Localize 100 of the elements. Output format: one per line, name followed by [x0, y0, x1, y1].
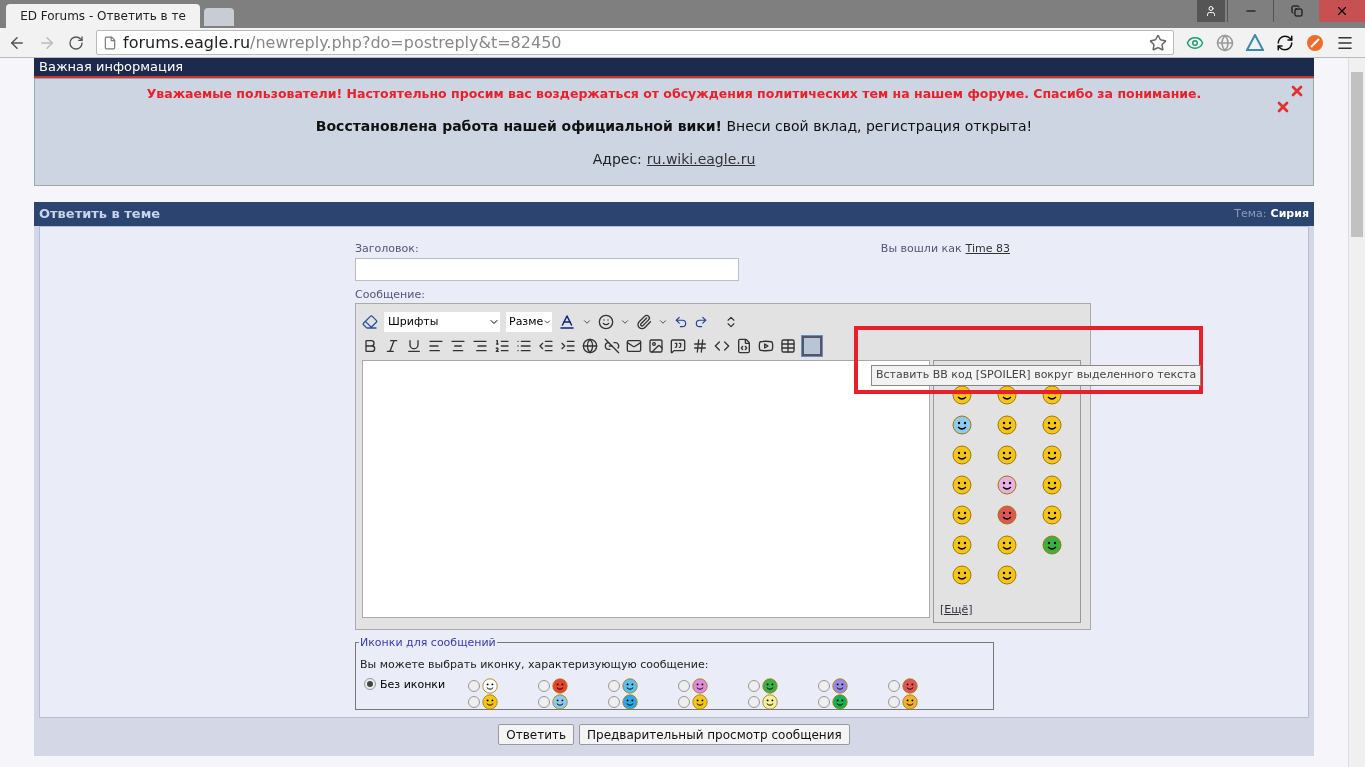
- caret-icon[interactable]: [658, 317, 668, 327]
- smiley-icon[interactable]: [1041, 385, 1062, 405]
- radio-button[interactable]: [468, 680, 480, 692]
- smiley-icon[interactable]: [997, 505, 1017, 525]
- code-icon[interactable]: [714, 338, 730, 354]
- quote-icon[interactable]: [670, 338, 686, 354]
- user-link[interactable]: Time 83: [965, 241, 1010, 258]
- more-smilies-link[interactable]: [Ещё]: [940, 601, 1074, 618]
- underline-icon[interactable]: [406, 338, 422, 354]
- redo-icon[interactable]: [694, 315, 708, 329]
- post-icon[interactable]: [902, 678, 918, 694]
- reload-icon[interactable]: [68, 34, 84, 51]
- form-button[interactable]: Ответить: [498, 724, 575, 745]
- smiley-icon[interactable]: [952, 505, 973, 525]
- title-field[interactable]: [355, 257, 739, 281]
- post-icon[interactable]: [692, 694, 708, 710]
- radio-button[interactable]: [888, 680, 900, 692]
- smiley-icon[interactable]: [1041, 415, 1062, 435]
- bullet-list-icon[interactable]: [516, 338, 532, 354]
- post-icon[interactable]: [692, 678, 708, 694]
- globe-icon[interactable]: [1216, 33, 1234, 52]
- scrollbar[interactable]: [1348, 58, 1365, 767]
- paperclip-icon[interactable]: [636, 314, 652, 330]
- radio-button[interactable]: [608, 680, 620, 692]
- italic-icon[interactable]: [384, 338, 400, 354]
- smiley-icon[interactable]: [997, 475, 1017, 495]
- smiley-icon[interactable]: [997, 535, 1017, 555]
- hash-icon[interactable]: [692, 338, 708, 354]
- unlink-icon[interactable]: [604, 338, 620, 354]
- icons-hint: Вы можете выбрать иконку, характеризующую сообщение:: [360, 658, 709, 671]
- smiley-icon[interactable]: [997, 415, 1017, 435]
- radio-button[interactable]: [748, 696, 760, 708]
- align-center-icon[interactable]: [450, 338, 466, 354]
- smiley-icon[interactable]: [997, 565, 1017, 585]
- post-icon[interactable]: [552, 678, 568, 694]
- radio-button[interactable]: [468, 696, 480, 708]
- smiley-icon[interactable]: [952, 385, 973, 405]
- undo-icon[interactable]: [674, 315, 688, 329]
- post-icon[interactable]: [482, 694, 498, 710]
- browser-tab[interactable]: ED Forums - Ответить в те: [6, 4, 200, 28]
- globe-link-icon[interactable]: [582, 338, 598, 354]
- post-icon[interactable]: [902, 694, 918, 710]
- radio-button[interactable]: [538, 696, 550, 708]
- post-icon[interactable]: [622, 694, 638, 710]
- bold-icon[interactable]: [362, 338, 378, 354]
- radio-button[interactable]: [748, 680, 760, 692]
- smiley-icon[interactable]: [1041, 445, 1062, 465]
- wiki-link[interactable]: ru.wiki.eagle.ru: [646, 148, 756, 170]
- post-icon[interactable]: [552, 694, 568, 710]
- numbered-list-icon[interactable]: [494, 338, 510, 354]
- spoiler-button[interactable]: [802, 336, 822, 356]
- post-icon[interactable]: [832, 694, 848, 710]
- radio-button[interactable]: [364, 678, 376, 690]
- image-icon[interactable]: [648, 338, 664, 354]
- radio-button[interactable]: [818, 680, 830, 692]
- bookmark-star-icon[interactable]: [1149, 33, 1167, 52]
- radio-button[interactable]: [678, 680, 690, 692]
- smiley-icon[interactable]: [952, 565, 973, 585]
- radio-button[interactable]: [608, 696, 620, 708]
- topic-name: Сирия: [1270, 205, 1309, 222]
- close-icon[interactable]: [1275, 99, 1291, 115]
- email-icon[interactable]: [626, 338, 642, 354]
- post-icon[interactable]: [622, 678, 638, 694]
- profile-button[interactable]: [1197, 0, 1225, 22]
- radio-button[interactable]: [888, 696, 900, 708]
- tooltip: Вставить BB код [SPOILER] вокруг выделенного текста: [871, 365, 1202, 386]
- smiley-icon[interactable]: [1041, 535, 1062, 555]
- post-icon[interactable]: [482, 678, 498, 694]
- align-right-icon[interactable]: [472, 338, 488, 354]
- font-select[interactable]: Шрифты: [384, 312, 500, 332]
- outdent-icon[interactable]: [538, 338, 554, 354]
- close-icon[interactable]: [1289, 83, 1305, 99]
- post-icon[interactable]: [762, 678, 778, 694]
- indent-icon[interactable]: [560, 338, 576, 354]
- caret-icon[interactable]: [620, 317, 630, 327]
- table-icon[interactable]: [780, 338, 796, 354]
- caret-icon[interactable]: [582, 317, 592, 327]
- text-color-icon[interactable]: [558, 313, 576, 331]
- smiley-icon[interactable]: [952, 535, 973, 555]
- smiley-icon[interactable]: [1041, 505, 1062, 525]
- smiley-icon[interactable]: [1041, 475, 1062, 495]
- radio-button[interactable]: [818, 696, 830, 708]
- smiley-icon[interactable]: [997, 385, 1017, 405]
- post-icon[interactable]: [762, 694, 778, 710]
- smiley-icon[interactable]: [598, 314, 614, 330]
- sync-icon[interactable]: [1276, 33, 1294, 52]
- smiley-icon[interactable]: [952, 475, 973, 495]
- form-button[interactable]: Предварительный просмотр сообщения: [579, 724, 850, 745]
- radio-button[interactable]: [538, 680, 550, 692]
- smiley-icon[interactable]: [997, 445, 1017, 465]
- post-icon[interactable]: [832, 678, 848, 694]
- radio-button[interactable]: [678, 696, 690, 708]
- php-icon[interactable]: [736, 338, 752, 354]
- smiley-icon[interactable]: [952, 445, 973, 465]
- video-icon[interactable]: [758, 338, 774, 354]
- align-left-icon[interactable]: [428, 338, 444, 354]
- size-select[interactable]: Разме: [506, 312, 552, 332]
- smiley-icon[interactable]: [952, 415, 973, 435]
- eraser-icon[interactable]: [362, 314, 378, 330]
- address-bar[interactable]: forums.eagle.ru/newreply.php?do=postreply&t=82450: [96, 30, 1174, 55]
